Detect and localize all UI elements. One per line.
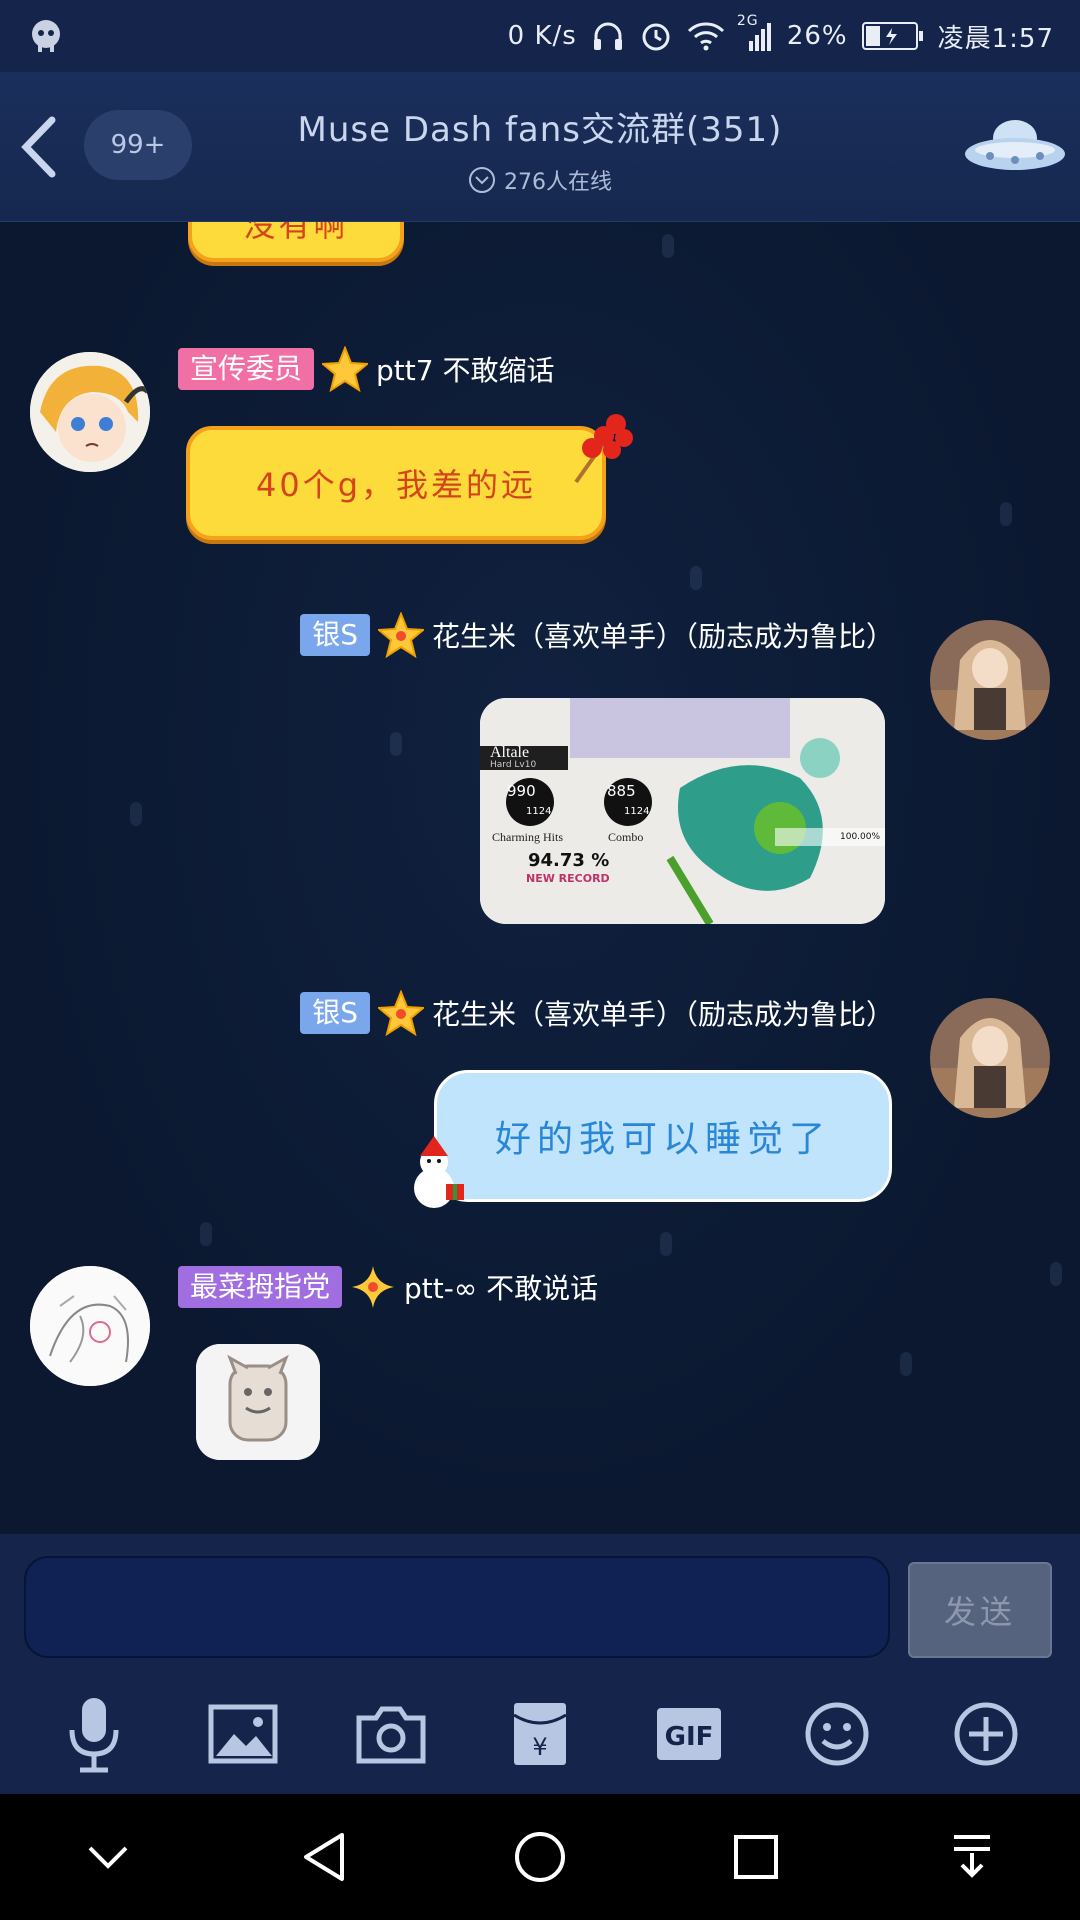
gif-label: GIF <box>664 1722 713 1752</box>
sender-name-row: 银S 花生米（喜欢单手）（励志成为鲁比） <box>300 612 894 658</box>
candied-haws-icon <box>574 414 633 484</box>
svg-text:¥: ¥ <box>532 1733 547 1761</box>
signal-icon: 2G <box>737 13 773 51</box>
microphone-icon[interactable] <box>54 1694 134 1774</box>
sender-name: 花生米（喜欢单手）（励志成为鲁比） <box>431 620 894 653</box>
charming-hits-value: 990 <box>507 782 536 800</box>
message-bubble[interactable]: 好的我可以睡觉了 <box>434 1070 892 1202</box>
sender-name-row: 宣传委员 ptt7 不敢缩话 <box>178 346 554 392</box>
sender-name: ptt-∞ 不敢说话 <box>404 1272 599 1305</box>
avatar[interactable] <box>930 620 1050 740</box>
image-icon[interactable] <box>203 1694 283 1774</box>
clock: 凌晨1:57 <box>937 23 1054 54</box>
game-result-image[interactable]: Altale Hard Lv10 990 1124 Charming Hits … <box>480 698 885 924</box>
message-bubble[interactable]: 40个g，我差的远 <box>186 426 606 540</box>
message-input[interactable] <box>24 1556 890 1658</box>
group-title[interactable]: Muse Dash fans交流群(351) <box>0 102 1080 151</box>
system-nav-bar <box>0 1794 1080 1920</box>
member-title-badge: 银S <box>300 614 370 656</box>
plus-icon[interactable] <box>946 1694 1026 1774</box>
chevron-down-circle-icon <box>469 167 495 193</box>
online-count: 276人在线 <box>504 170 612 195</box>
chat-message-list[interactable]: 没有啊 宣传委员 ptt7 不敢缩话 40个g，我差的远 银S 花生米（喜欢单手… <box>0 222 1080 1534</box>
new-record-label: NEW RECORD <box>526 872 610 885</box>
accuracy-value: 94.73 % <box>528 850 610 871</box>
diamond-level-icon <box>352 1266 395 1308</box>
send-button[interactable]: 发送 <box>908 1562 1052 1658</box>
home-circle-icon[interactable] <box>500 1817 580 1897</box>
sender-name: 花生米（喜欢单手）（励志成为鲁比） <box>431 998 894 1031</box>
back-triangle-icon[interactable] <box>284 1817 364 1897</box>
member-title-badge: 最菜拇指党 <box>178 1266 343 1308</box>
star-level-icon <box>322 346 369 392</box>
emoji-icon[interactable] <box>797 1694 877 1774</box>
input-toolbar: ¥ GIF <box>0 1684 1080 1784</box>
alarm-icon <box>639 19 673 53</box>
gif-icon[interactable]: GIF <box>649 1694 729 1774</box>
wifi-icon <box>687 21 725 51</box>
combo-value: 885 <box>607 782 636 800</box>
snowman-icon <box>414 1136 464 1208</box>
sender-name-row: 最菜拇指党 ptt-∞ 不敢说话 <box>178 1264 598 1310</box>
sender-name: ptt7 不敢缩话 <box>376 354 555 387</box>
sender-name-row: 银S 花生米（喜欢单手）（励志成为鲁比） <box>300 990 894 1036</box>
chat-header: 99+ Muse Dash fans交流群(351) 276人在线 <box>0 72 1080 222</box>
signal-label: 2G <box>736 13 759 29</box>
ufo-icon[interactable] <box>960 108 1070 188</box>
result-level: Hard Lv10 <box>490 760 537 770</box>
message-text: 好的我可以睡觉了 <box>494 1119 831 1160</box>
member-title-badge: 宣传委员 <box>178 348 315 390</box>
message-text: 40个g，我差的远 <box>255 466 537 504</box>
combo-total: 1124 <box>624 806 650 817</box>
net-speed: 0 K/s <box>507 21 577 51</box>
avatar[interactable] <box>30 352 150 472</box>
sticker-image[interactable] <box>196 1344 320 1460</box>
app-ghost-icon <box>26 16 66 56</box>
avatar[interactable] <box>30 1266 150 1386</box>
star-level-icon <box>377 612 424 658</box>
battery-percent: 26% <box>786 21 848 51</box>
notification-pull-icon[interactable] <box>932 1817 1012 1897</box>
red-envelope-icon[interactable]: ¥ <box>500 1694 580 1774</box>
charming-hits-total: 1124 <box>526 806 552 817</box>
member-title-badge: 银S <box>300 992 370 1034</box>
camera-icon[interactable] <box>351 1694 431 1774</box>
chevron-down-icon[interactable] <box>68 1817 148 1897</box>
headphones-icon <box>591 19 625 53</box>
avatar[interactable] <box>930 998 1050 1118</box>
star-level-icon <box>377 990 424 1036</box>
message-text: 没有啊 <box>243 222 349 244</box>
recents-square-icon[interactable] <box>716 1817 796 1897</box>
battery-icon <box>861 21 924 51</box>
percent-value: 100.00% <box>840 832 881 842</box>
message-bubble[interactable]: 没有啊 <box>188 222 404 262</box>
combo-label: Combo <box>608 830 644 844</box>
status-bar: 0 K/s 2G 26% 凌晨1:57 <box>0 0 1080 72</box>
input-area: 发送 ¥ GIF <box>0 1534 1080 1794</box>
charming-hits-label: Charming Hits <box>492 830 563 844</box>
online-status[interactable]: 276人在线 <box>0 164 1080 196</box>
